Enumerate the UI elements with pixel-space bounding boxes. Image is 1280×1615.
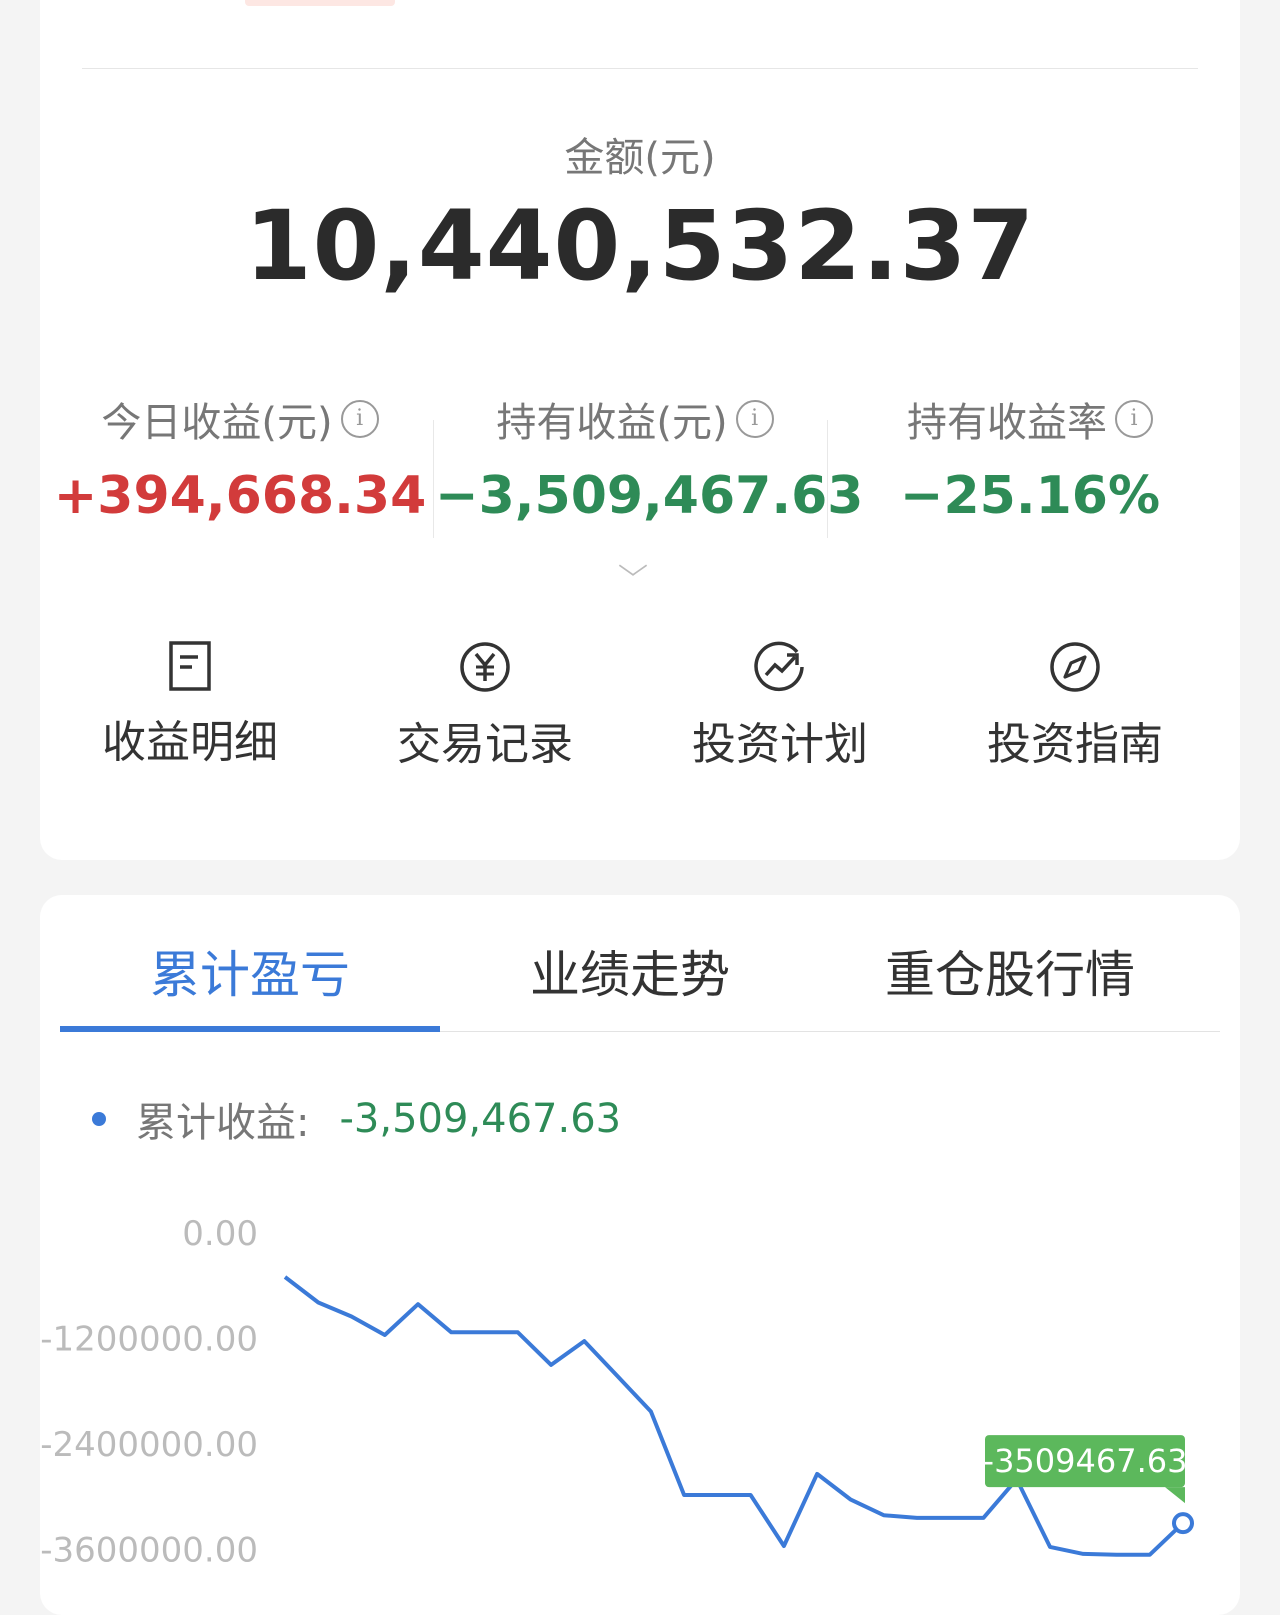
amount-label: 金额(元) [564, 135, 716, 181]
chart-card: 累计盈亏 业绩走势 重仓股行情 累计收益: -3,509,467.63 0.00… [40, 895, 1240, 1615]
legend-dot-icon [92, 1112, 106, 1126]
quick-action-label: 交易记录 [397, 719, 573, 770]
tab-top-holdings[interactable]: 重仓股行情 [820, 925, 1200, 1033]
divider [82, 68, 1198, 69]
tab-performance-trend[interactable]: 业绩走势 [440, 925, 820, 1033]
quick-action-invest-guide[interactable]: 投资指南 [925, 640, 1225, 772]
quick-actions: 收益明细 交易记录 投资计划 投资指南 [40, 640, 1240, 770]
stat-value: −25.16% [899, 466, 1161, 526]
info-icon[interactable]: i [340, 400, 379, 438]
y-tick-label: -2400000.00 [40, 1425, 258, 1465]
cumulative-pnl-chart[interactable]: 0.00 -1200000.00 -2400000.00 -3600000.00 -35… [40, 1185, 1240, 1615]
asset-summary-card: 金额(元) 10,440,532.37 今日收益(元) i +394,668.3… [40, 0, 1240, 860]
stat-holding-profit: 持有收益(元) i −3,509,467.63 [435, 390, 863, 526]
quick-action-label: 投资指南 [987, 719, 1163, 770]
stat-label: 持有收益(元) [496, 400, 728, 446]
y-tick-label: 0.00 [182, 1214, 258, 1254]
trend-up-icon [754, 641, 804, 692]
quick-action-label: 收益明细 [102, 717, 278, 768]
tooltip-value: -3509467.63 [983, 1442, 1188, 1480]
info-icon[interactable]: i [735, 400, 774, 438]
tab-cumulative-pnl[interactable]: 累计盈亏 [60, 925, 440, 1033]
legend-value: -3,509,467.63 [339, 1096, 622, 1142]
quick-action-trade-records[interactable]: 交易记录 [335, 640, 635, 772]
yuan-circle-icon [460, 642, 510, 692]
value-tooltip: -3509467.63 [983, 1435, 1188, 1504]
stat-divider [827, 420, 828, 538]
info-icon[interactable]: i [1115, 400, 1153, 438]
amount-value: 10,440,532.37 [244, 190, 1036, 302]
quick-action-label: 投资计划 [692, 719, 868, 770]
chart-legend: 累计收益: -3,509,467.63 [92, 1090, 621, 1148]
active-tab-indicator [60, 1026, 440, 1032]
stat-value: −3,509,467.63 [435, 466, 864, 526]
end-point-marker[interactable] [1172, 1512, 1194, 1535]
stat-value: +394,668.34 [53, 466, 427, 526]
chevron-down-icon[interactable] [618, 555, 648, 585]
compass-icon [1050, 642, 1100, 692]
stat-label: 今日收益(元) [101, 400, 333, 446]
top-tag [245, 0, 395, 6]
series-line [283, 1275, 1185, 1557]
y-tick-label: -1200000.00 [40, 1320, 258, 1360]
legend-label: 累计收益: [136, 1100, 310, 1146]
quick-action-invest-plan[interactable]: 投资计划 [630, 640, 930, 772]
stat-divider [433, 420, 434, 538]
quick-action-profit-detail[interactable]: 收益明细 [40, 640, 340, 770]
stat-today-profit: 今日收益(元) i +394,668.34 [40, 390, 440, 526]
document-icon [169, 641, 211, 691]
stat-label: 持有收益率 [907, 400, 1107, 446]
y-tick-label: -3600000.00 [40, 1531, 258, 1571]
stats-row: 今日收益(元) i +394,668.34 持有收益(元) i −3,509,4… [40, 390, 1240, 538]
stat-holding-rate: 持有收益率 i −25.16% [830, 390, 1230, 526]
